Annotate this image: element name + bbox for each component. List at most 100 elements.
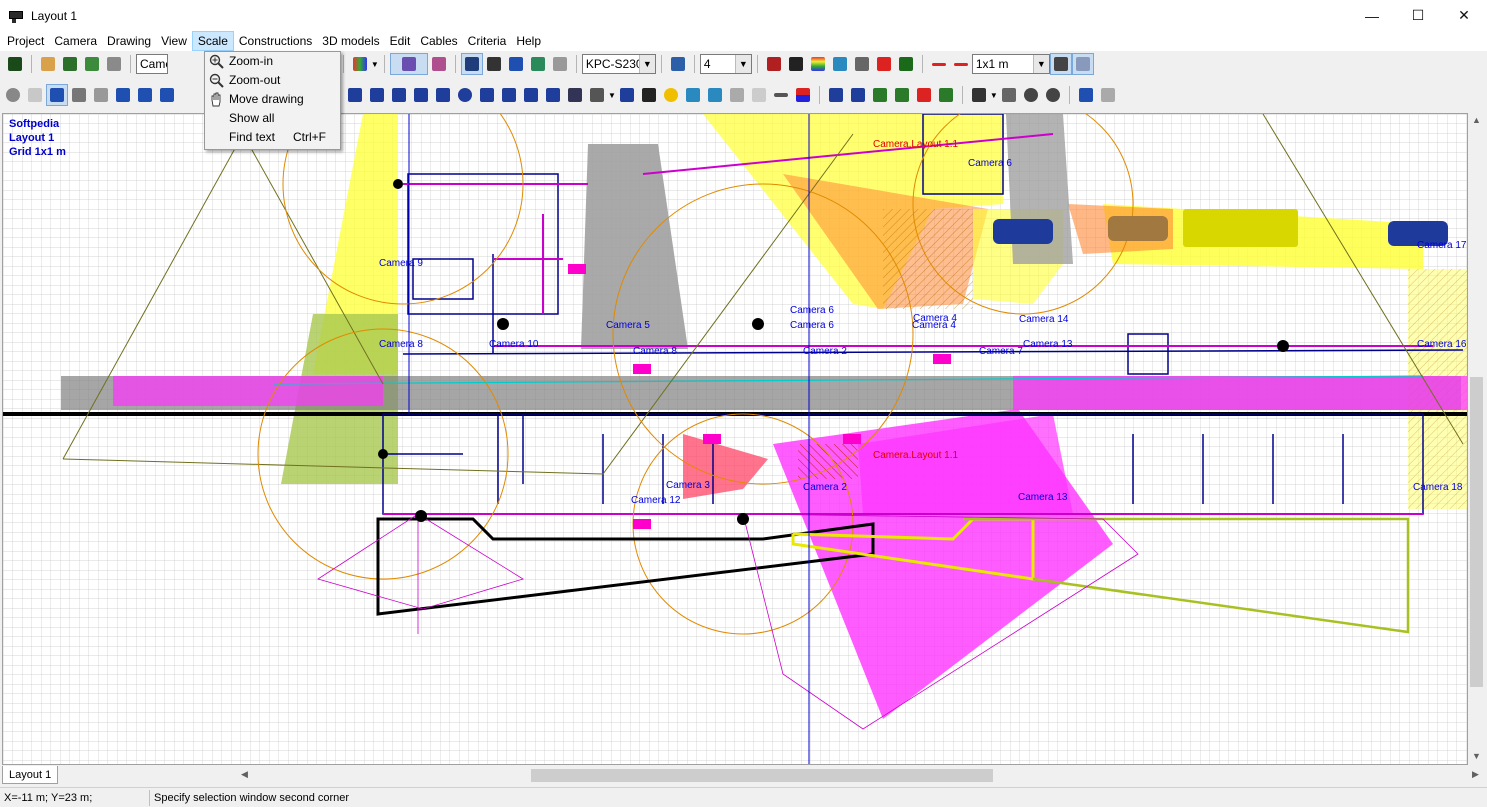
undo-button[interactable] [1075,84,1097,106]
vertical-scroll-thumb[interactable] [1470,377,1483,687]
align-button-4[interactable] [891,84,913,106]
matrix-button[interactable] [895,53,917,75]
wall-tool-9[interactable] [498,84,520,106]
menu-drawing[interactable]: Drawing [102,31,156,51]
scroll-right-icon[interactable]: ▶ [1467,769,1484,780]
person-button[interactable] [638,84,660,106]
windows-button[interactable] [549,53,571,75]
redo-button[interactable] [1097,84,1119,106]
people-button[interactable] [460,53,483,75]
count-combo[interactable]: 4 ▼ [699,54,752,74]
chevron-down-icon[interactable]: ▼ [990,91,998,100]
menu-cables[interactable]: Cables [415,31,462,51]
camera-model-combo[interactable]: KPC-S230C ▼ [581,54,656,74]
scroll-up-icon[interactable]: ▲ [1468,115,1485,125]
camera-combo[interactable]: Came [136,54,168,74]
line-button[interactable] [928,53,950,75]
floor-plan-drawing[interactable] [3,114,1468,765]
minimize-button[interactable]: — [1349,0,1395,31]
move-button[interactable] [112,84,134,106]
wall-tool-5[interactable] [410,84,432,106]
lens-button[interactable] [349,53,371,75]
menu-item-move-drawing[interactable]: Move drawing [205,90,340,109]
light-button[interactable] [660,84,682,106]
color-button[interactable] [807,53,829,75]
add-layout-button[interactable] [37,53,59,75]
menu-help[interactable]: Help [511,31,546,51]
align-button-1[interactable] [825,84,847,106]
rotate-button[interactable] [134,84,156,106]
face-button[interactable] [483,53,505,75]
zoom-in-button[interactable] [1020,84,1042,106]
zoom-out-button[interactable] [1042,84,1064,106]
wall-tool-2[interactable] [344,84,366,106]
menu-camera[interactable]: Camera [49,31,102,51]
drawing-canvas[interactable]: Softpedia Layout 1 Grid 1x1 m Camera.Lay… [2,113,1468,765]
horizontal-scroll-thumb[interactable] [531,769,993,782]
dimension-button[interactable] [851,53,873,75]
wall-tool-10[interactable] [542,84,564,106]
wall-tool-7[interactable] [454,84,476,106]
menu-item-show-all[interactable]: Show all [205,109,340,128]
flag-button[interactable] [792,84,814,106]
text-tool-button[interactable] [520,84,542,106]
beam-button[interactable] [704,84,726,106]
3d-view-button[interactable] [873,53,895,75]
text-button[interactable] [527,53,549,75]
menu-item-find-text[interactable]: Find text Ctrl+F [205,128,340,147]
vehicle-button[interactable] [505,53,527,75]
pan-button[interactable] [998,84,1020,106]
maximize-button[interactable]: ☐ [1395,0,1441,31]
menu-project[interactable]: Project [2,31,49,51]
cable-button[interactable] [770,84,792,106]
wall-tool-8[interactable] [476,84,498,106]
horizontal-scrollbar[interactable]: ◀ ▶ [236,767,1484,784]
grid-toggle-button[interactable] [1071,53,1094,75]
scroll-left-icon[interactable]: ◀ [236,769,253,780]
eraser-button[interactable] [24,84,46,106]
menu-item-zoom-in[interactable]: Zoom-in [205,52,340,71]
hatch-button[interactable] [564,84,586,106]
height-button[interactable] [726,84,748,106]
view-cone-button[interactable] [389,53,428,75]
route-button[interactable] [829,53,851,75]
paste-button[interactable] [90,84,112,106]
copy-layout-button[interactable] [103,53,125,75]
close-button[interactable]: ✕ [1441,0,1487,31]
wall-tool-3[interactable] [366,84,388,106]
align-button-6[interactable] [935,84,957,106]
list-button[interactable] [667,53,689,75]
measure-button[interactable] [763,53,785,75]
chevron-down-icon[interactable]: ▼ [371,60,379,69]
select-button[interactable] [46,84,68,106]
menu-constructions[interactable]: Constructions [234,31,317,51]
ir-button[interactable] [682,84,704,106]
copy-button[interactable] [68,84,90,106]
tree-button[interactable] [81,53,103,75]
stop-button[interactable] [2,84,24,106]
align-button-2[interactable] [847,84,869,106]
mirror-button[interactable] [156,84,178,106]
marker-button[interactable] [748,84,770,106]
grid-size-combo[interactable]: 1x1 m ▼ [971,54,1050,74]
baseline-button[interactable] [950,53,972,75]
menu-view[interactable]: View [156,31,192,51]
font-button[interactable] [1049,53,1072,75]
save-layout-button[interactable] [59,53,81,75]
align-button-5[interactable] [913,84,935,106]
wall-tool-4[interactable] [388,84,410,106]
scroll-down-icon[interactable]: ▼ [1468,751,1485,761]
vertical-scrollbar[interactable]: ▲ ▼ [1468,113,1485,765]
align-button-3[interactable] [869,84,891,106]
camera-place-button[interactable] [785,53,807,75]
menu-edit[interactable]: Edit [385,31,416,51]
snap-button[interactable] [968,84,990,106]
menu-item-zoom-out[interactable]: Zoom-out [205,71,340,90]
menu-criteria[interactable]: Criteria [463,31,512,51]
sector-button[interactable] [428,53,450,75]
wall-tool-6[interactable] [432,84,454,106]
tab-layout-1[interactable]: Layout 1 [2,766,58,784]
object-button[interactable] [616,84,638,106]
menu-scale[interactable]: Scale [191,31,234,51]
box-button[interactable] [586,84,608,106]
